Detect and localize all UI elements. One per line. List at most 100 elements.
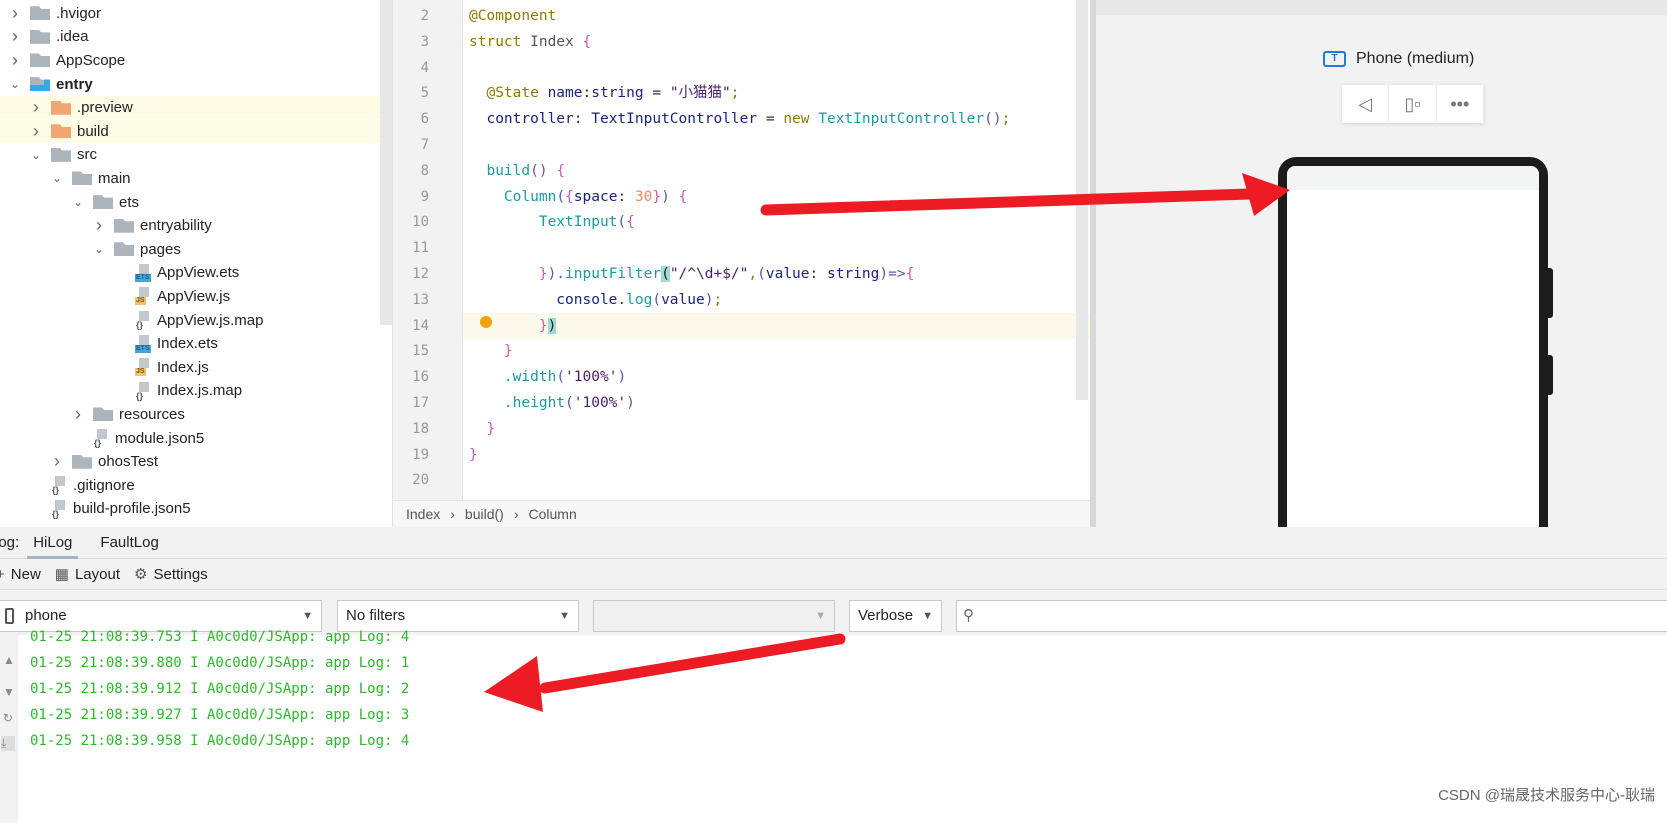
chevron-down-icon[interactable]: ⌄ [92,242,106,256]
scroll-down-icon[interactable]: ▼ [3,685,15,699]
code-token: string [591,85,644,102]
file-badge: {} [136,390,144,401]
code-token: () [984,111,1002,128]
back-icon[interactable]: ◁ [1342,85,1390,123]
device-select[interactable]: phone ▼ [0,600,322,632]
chevron-down-icon[interactable]: ⌄ [71,195,85,209]
code-editor[interactable]: 2 3 4 5 6 7 8 9 10 11 12 13 14 15 16 17 18 19 20 @Componen… [393,0,1090,500]
layout-button[interactable]: ▦ Layout [55,565,120,583]
scroll-to-end-icon[interactable]: ⤓ [1,736,15,751]
more-icon[interactable]: ••• [1437,85,1484,123]
line-number: 17 [412,395,429,411]
device-selector[interactable]: T Phone (medium) [1323,50,1474,68]
tree-item-label: .hvigor [56,4,102,22]
tree-item[interactable]: ⌄ pages [0,238,380,262]
phone-frame [1278,157,1548,537]
tree-item[interactable]: › build [0,119,380,144]
chevron-down-icon[interactable]: ⌄ [29,148,43,162]
chevron-down-icon[interactable]: ⌄ [8,77,22,91]
code-token: = [643,85,670,102]
log-line: 01-25 21:08:39.912 I A0c0d0/JSApp: app L… [30,681,410,697]
map-file-icon: {} [93,429,111,449]
tree-item[interactable]: ⌄ ets [0,190,380,214]
file-badge: {} [52,508,60,519]
tab-faultlog[interactable]: FaultLog [100,527,158,559]
filter-select[interactable]: No filters ▼ [337,600,579,632]
editor-scrollbar[interactable] [1076,0,1088,400]
chevron-right-icon[interactable]: › [71,404,85,425]
tree-item[interactable]: {} build-profile.json5 [0,497,380,521]
lightbulb-icon[interactable] [480,316,492,328]
chevron-right-icon[interactable]: › [92,215,106,236]
code-line: controller: TextInputController = new Te… [469,107,1010,133]
tree-scrollbar[interactable] [380,0,392,325]
tree-item[interactable]: {} .gitignore [0,474,380,498]
code-line: } [469,417,495,443]
file-badge: {} [136,320,144,331]
chevron-right-icon[interactable]: › [29,121,43,142]
tree-item[interactable]: JS AppView.js [0,285,380,309]
tree-item[interactable]: JS Index.js [0,356,380,380]
level-value: Verbose [858,607,914,624]
tree-item[interactable]: › ohosTest [0,450,380,474]
process-select[interactable]: ▼ [593,600,835,632]
soft-wrap-icon[interactable]: ↻ [3,711,13,725]
tree-item[interactable]: ⌄ src [0,143,380,167]
tree-item[interactable]: ETS Index.ets [0,332,380,356]
code-line: }).inputFilter("/^\d+$/",(value: string)… [469,262,914,288]
map-file-icon: {} [51,476,69,495]
breadcrumb-item[interactable]: Index [406,506,440,522]
chevron-right-icon[interactable]: › [29,97,43,118]
tree-item[interactable]: › entryability [0,214,380,238]
line-number: 16 [412,369,429,386]
tree-item[interactable]: › AppScope [0,49,380,73]
device-value: phone [25,607,67,624]
tree-item[interactable]: › .idea [0,25,380,49]
tree-item[interactable]: {} AppView.js.map [0,308,380,332]
file-badge: {} [94,438,102,449]
tree-item[interactable]: ⌄ entry [0,72,380,96]
code-token: console [469,291,618,308]
code-token: new [783,111,819,128]
tree-item[interactable]: › .preview [0,95,380,120]
tree-item[interactable]: {} Index.js.map [0,379,380,403]
code-line: } [469,443,478,469]
tree-item[interactable]: › resources [0,403,380,427]
rotate-device-icon[interactable]: ▯▫ [1389,85,1437,123]
breadcrumb-item[interactable]: Column [529,506,577,522]
code-token: 30 [634,188,653,205]
chevron-right-icon[interactable]: › [8,50,22,71]
code-token: TextInputController [591,111,758,128]
chevron-right-icon[interactable]: › [8,3,22,24]
code-token: ) [626,395,635,411]
ets-file-icon: ETS [135,334,153,353]
dropdown-arrow-icon: ▼ [922,610,933,622]
new-button[interactable]: + New [0,566,41,583]
tree-item[interactable]: ⌄ main [0,167,380,191]
tree-item[interactable]: ETS AppView.ets [0,261,380,285]
code-token: Column [469,188,557,205]
folder-icon [93,195,113,210]
tab-hilog[interactable]: HiLog [27,527,79,559]
tree-item[interactable]: › .hvigor [0,2,380,26]
file-badge: JS [135,368,146,377]
tree-item[interactable]: {} module.json5 [0,426,380,450]
breadcrumb-item[interactable]: build() [465,506,504,522]
line-number: 9 [420,188,429,205]
chevron-right-icon[interactable]: › [50,451,64,472]
project-tree: › .hvigor › .idea › AppScope ⌄ entry › .preview › b… [0,0,393,527]
log-output[interactable]: 01-25 21:08:39.753 I A0c0d0/JSApp: app L… [18,629,1667,823]
tree-item-label: Index.ets [157,335,218,353]
level-select[interactable]: Verbose ▼ [849,600,942,632]
dropdown-arrow-icon: ▼ [815,610,826,622]
chevron-right-icon[interactable]: › [8,26,22,47]
log-toolbar: + New ▦ Layout ⚙ Settings [0,559,1667,590]
code-token: ( [617,214,627,231]
code-token: @State [469,85,548,102]
log-search-input[interactable]: ⚲ [956,600,1667,632]
settings-button[interactable]: ⚙ Settings [134,565,208,583]
tree-item-label: ets [119,193,140,211]
scroll-up-icon[interactable]: ▲ [3,653,15,667]
module-folder-icon [30,77,50,92]
chevron-down-icon[interactable]: ⌄ [50,171,64,185]
